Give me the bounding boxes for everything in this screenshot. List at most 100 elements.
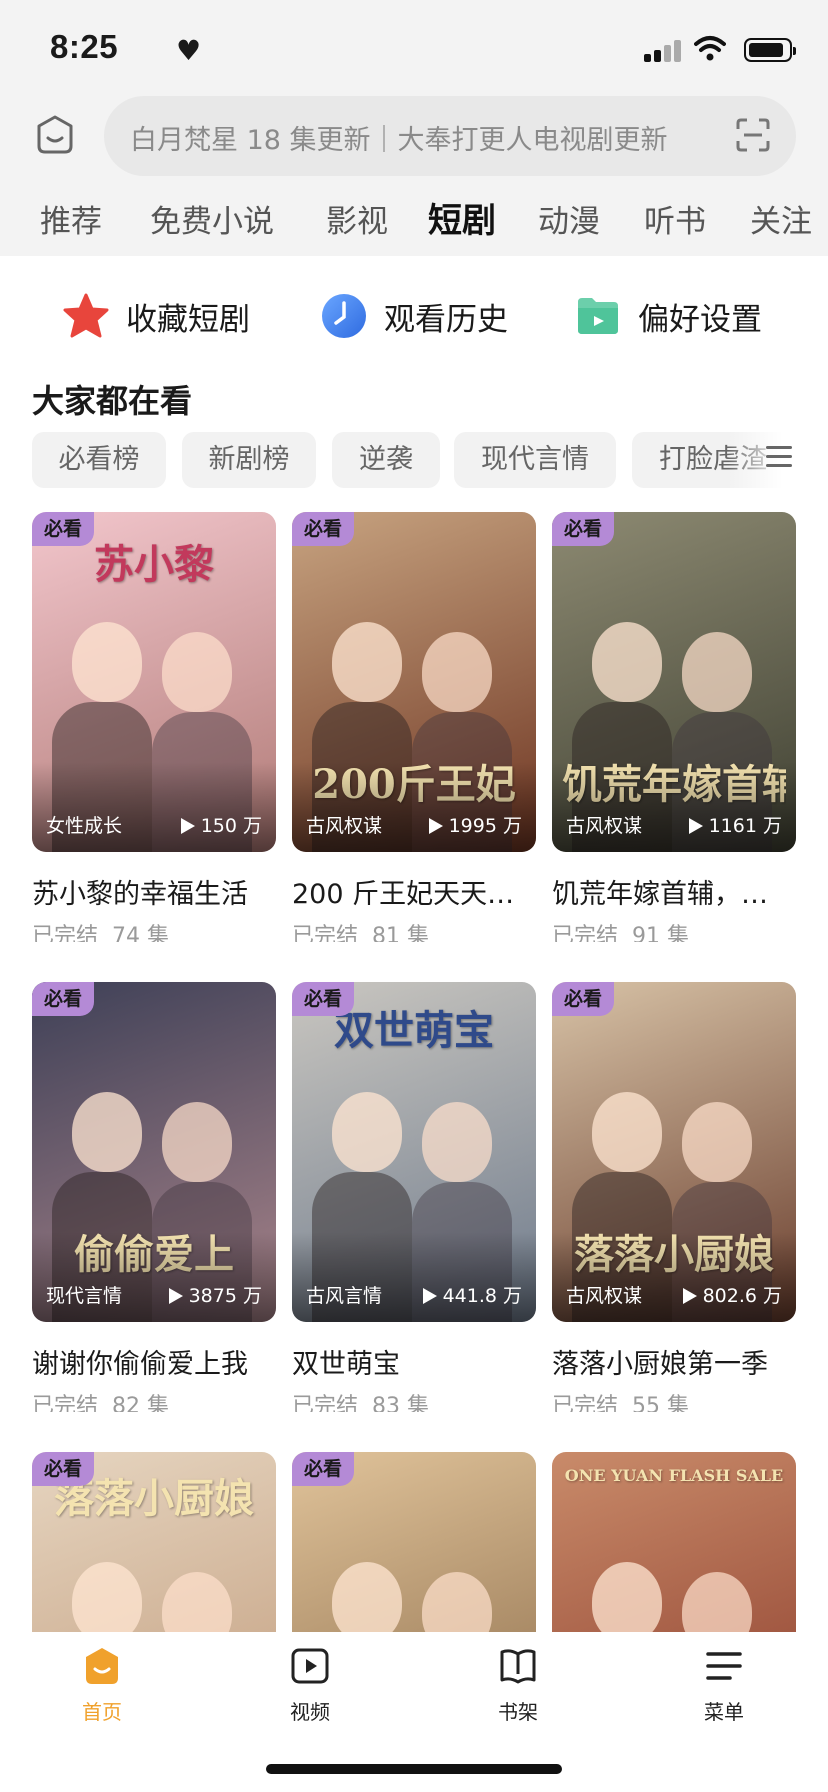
drama-episodes: 83 集 [372,1394,430,1412]
drama-title[interactable]: 200 斤王妃天天… [292,872,536,911]
poster-artwork [72,1562,142,1632]
folder-icon [578,298,618,334]
drama-card[interactable]: 饥荒年嫁首辅必看古风权谋1161 万饥荒年嫁首辅，…已完结 91 集 [552,512,796,942]
drama-episodes: 81 集 [372,924,430,942]
drama-poster[interactable]: 200斤王妃必看古风权谋1995 万 [292,512,536,852]
tab-recommend[interactable]: 推荐 [40,196,102,241]
must-watch-badge: 必看 [292,512,355,546]
heart-icon: ♥ [176,34,202,67]
drama-status: 已完结 [292,924,359,942]
tab-short-drama[interactable]: 短剧 [428,193,496,242]
tab-free-novels[interactable]: 免费小说 [150,196,274,241]
drama-card[interactable]: 落落小厨娘必看古风权谋802.6 万落落小厨娘第一季已完结 55 集 [552,982,796,1412]
drama-genre: 女性成长 [46,815,123,837]
favorites-shortcut[interactable]: 收藏短剧 [62,286,272,346]
must-watch-badge: 必看 [32,512,95,546]
chip-menu-icon[interactable] [766,446,792,468]
poster-shade [552,1232,796,1322]
drama-status: 已完结 [552,924,619,942]
drama-play-count: 3875 万 [168,1281,262,1308]
drama-card[interactable]: 200斤王妃必看古风权谋1995 万200 斤王妃天天…已完结 81 集 [292,512,536,942]
drama-poster[interactable]: 双世萌宝 必看 古风言情 441.8 万 [292,982,536,1322]
must-watch-badge: 必看 [32,1452,95,1486]
drama-title[interactable]: 苏小黎的幸福生活 [32,872,276,911]
nav-menu[interactable]: 菜单 [664,1646,784,1725]
play-icon [180,818,195,834]
drama-poster[interactable]: 落落小厨娘 必看 [32,1452,276,1632]
poster-artwork [332,1092,402,1172]
meta-spacer [98,1394,112,1412]
chip-must-watch[interactable]: 必看榜 [32,432,166,488]
tab-film-tv[interactable]: 影视 [326,196,388,241]
drama-meta: 已完结 82 集 [32,1388,169,1412]
play-icon [688,818,703,834]
drama-episodes: 91 集 [632,924,690,942]
poster-shade [32,1232,276,1322]
poster-artwork [72,622,142,702]
drama-genre: 古风权谋 [306,815,383,837]
drama-play-count: 1995 万 [428,811,522,838]
play-icon [422,1288,437,1304]
history-shortcut[interactable]: 观看历史 [320,286,530,346]
video-icon [291,1648,329,1684]
drama-genre: 古风权谋 [566,815,643,837]
drama-genre: 现代言情 [46,1285,123,1307]
header-area: 8:25 ♥ 白月梵星 18 集更新｜大奉打更人电视剧更新 推荐 免费小说 影视… [0,0,828,256]
chip-modern-romance[interactable]: 现代言情 [454,432,616,488]
search-placeholder: 白月梵星 18 集更新｜大奉打更人电视剧更新 [130,125,668,156]
category-tabs: 推荐 免费小说 影视 短剧 动漫 听书 关注 [0,196,828,252]
drama-title[interactable]: 双世萌宝 [292,1342,536,1381]
drama-genre: 古风言情 [306,1285,383,1307]
drama-meta: 已完结 74 集 [32,918,169,942]
tab-audiobooks[interactable]: 听书 [644,196,706,241]
nav-video-label: 视频 [290,1700,330,1724]
drama-play-count: 441.8 万 [422,1281,522,1308]
drama-poster[interactable]: ONE YUAN FLASH SALE [552,1452,796,1632]
nav-video[interactable]: 视频 [250,1646,370,1725]
chip-new-dramas[interactable]: 新剧榜 [182,432,316,488]
drama-genre: 古风权谋 [566,1285,643,1307]
must-watch-badge: 必看 [32,982,95,1016]
favorites-label: 收藏短剧 [126,302,250,338]
drama-meta: 已完结 91 集 [552,918,689,942]
tab-following[interactable]: 关注 [750,196,812,241]
menu-icon [706,1652,742,1680]
drama-poster[interactable]: 必看 [292,1452,536,1632]
meta-spacer [98,924,112,942]
play-count-value: 150 万 [200,815,262,837]
scan-icon[interactable] [736,118,770,152]
nav-bookshelf-label: 书架 [498,1700,538,1724]
drama-title[interactable]: 谢谢你偷偷爱上我 [32,1342,276,1381]
drama-poster[interactable]: 苏小黎 必看 女性成长 150 万 [32,512,276,852]
chip-comeback[interactable]: 逆袭 [332,432,440,488]
drama-card[interactable]: 必看 [292,1452,536,1632]
app-logo-icon[interactable] [34,114,76,156]
drama-card[interactable]: 双世萌宝 必看 古风言情 441.8 万双世萌宝 已完结 83 集 [292,982,536,1412]
drama-poster[interactable]: 落落小厨娘必看古风权谋802.6 万 [552,982,796,1322]
drama-card[interactable]: 苏小黎 必看 女性成长 150 万苏小黎的幸福生活 已完结 74 集 [32,512,276,942]
drama-meta: 已完结 81 集 [292,918,429,942]
drama-card[interactable]: ONE YUAN FLASH SALE [552,1452,796,1632]
tab-anime[interactable]: 动漫 [538,196,600,241]
preferences-shortcut[interactable]: 偏好设置 [574,286,784,346]
nav-home[interactable]: 首页 [42,1646,162,1725]
drama-title[interactable]: 落落小厨娘第一季 [552,1342,796,1381]
drama-card[interactable]: 偷偷爱上必看现代言情3875 万谢谢你偷偷爱上我已完结 82 集 [32,982,276,1412]
drama-status: 已完结 [552,1394,619,1412]
must-watch-badge: 必看 [292,1452,355,1486]
nav-bookshelf[interactable]: 书架 [458,1646,578,1725]
drama-play-count: 802.6 万 [682,1281,782,1308]
drama-card[interactable]: 落落小厨娘 必看 [32,1452,276,1632]
poster-artwork [592,1092,662,1172]
play-count-value: 1161 万 [708,815,782,837]
drama-poster[interactable]: 饥荒年嫁首辅必看古风权谋1161 万 [552,512,796,852]
drama-title[interactable]: 饥荒年嫁首辅，… [552,872,796,911]
drama-play-count: 150 万 [180,811,262,838]
search-bar[interactable]: 白月梵星 18 集更新｜大奉打更人电视剧更新 [104,96,796,176]
poster-artwork [332,1562,402,1632]
nav-menu-label: 菜单 [704,1700,744,1724]
preferences-label: 偏好设置 [638,302,762,338]
drama-status: 已完结 [32,924,99,942]
drama-poster[interactable]: 偷偷爱上必看现代言情3875 万 [32,982,276,1322]
play-count-value: 802.6 万 [702,1285,782,1307]
